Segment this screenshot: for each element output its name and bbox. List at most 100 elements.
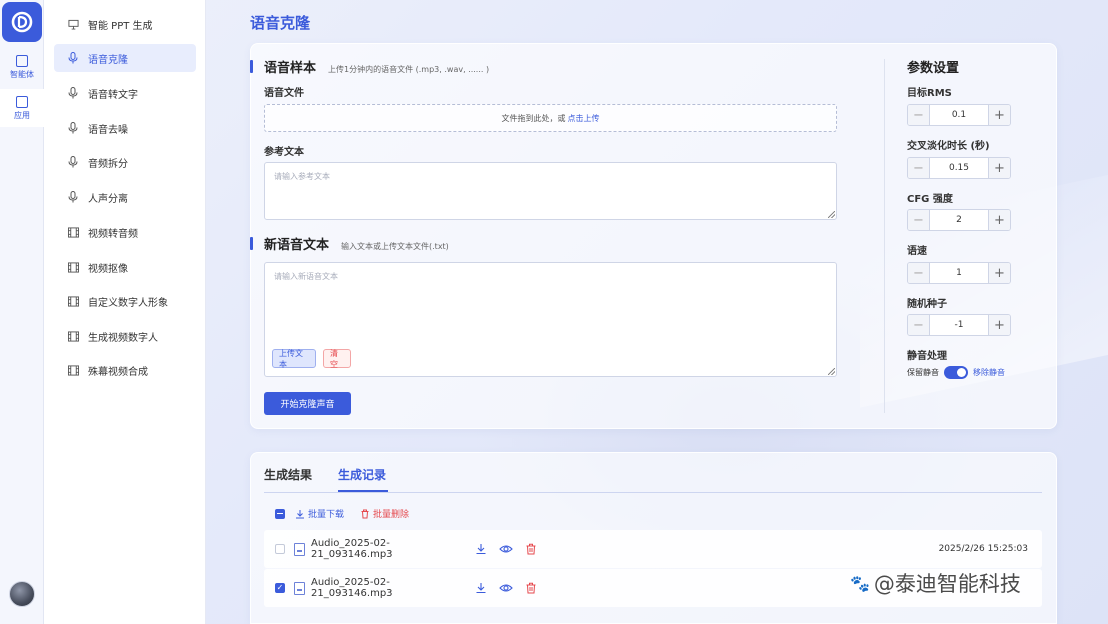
sidebar-item-digital-human[interactable]: 生成视频数字人 (54, 322, 196, 350)
silence-toggle[interactable] (944, 366, 968, 379)
new-text-placeholder: 请输入新语音文本 (274, 272, 338, 281)
sidebar-item-denoise[interactable]: 语音去噪 (54, 114, 196, 142)
sidebar-item-label: 智能 PPT 生成 (88, 20, 153, 32)
increment-button[interactable]: + (988, 210, 1010, 230)
sidebar-item-speech-to-text[interactable]: 语音转文字 (54, 79, 196, 107)
audio-file-icon (294, 542, 305, 556)
sidebar-item-label: 人声分离 (88, 193, 128, 205)
increment-button[interactable]: + (988, 158, 1010, 178)
sidebar-item-label: 殊幕视频合成 (88, 366, 148, 378)
paw-icon: 🐾 (850, 573, 870, 593)
new-text-section-hint: 输入文本或上传文本文件(.txt) (341, 242, 449, 251)
sample-section-title: 语音样本 (264, 61, 317, 76)
download-icon (296, 509, 304, 518)
click-upload-link[interactable]: 点击上传 (568, 113, 600, 124)
sidebar-item-video-matting[interactable]: 视频抠像 (54, 253, 196, 281)
sidebar-item-video-to-audio[interactable]: 视频转音频 (54, 218, 196, 246)
microphone-icon (66, 52, 80, 64)
silence-toggle-row: 保留静音 移除静音 (907, 366, 1005, 379)
film-icon (66, 364, 80, 376)
trash-icon[interactable] (524, 542, 538, 556)
upload-text-button[interactable]: 上传文本 (272, 349, 316, 369)
rail-item-apps[interactable]: 应用 (0, 89, 44, 127)
bulk-download-label: 批量下载 (308, 510, 345, 520)
microphone-icon (66, 87, 80, 99)
trash-icon[interactable] (524, 581, 538, 595)
new-text-section-title: 新语音文本 (264, 238, 330, 253)
active-tab-indicator (338, 490, 388, 492)
film-icon (66, 261, 80, 273)
row-checkbox[interactable] (275, 544, 285, 554)
increment-button[interactable]: + (988, 105, 1010, 125)
keep-silence-label: 保留静音 (907, 368, 939, 377)
rail-item-label: 智能体 (10, 69, 34, 79)
start-clone-button[interactable]: 开始克隆声音 (264, 392, 351, 415)
section-marker (250, 60, 253, 73)
crossfade-value[interactable]: 0.15 (930, 158, 988, 178)
increment-button[interactable]: + (988, 315, 1010, 335)
app-logo-icon[interactable] (2, 2, 42, 42)
decrement-button[interactable]: − (908, 158, 930, 178)
cfg-value[interactable]: 2 (930, 210, 988, 230)
tab-history[interactable]: 生成记录 (338, 466, 386, 483)
download-icon[interactable] (474, 542, 488, 556)
table-row: Audio_2025-02-21_093146.mp3 2025/2/26 15… (264, 530, 1042, 568)
sidebar-item-vocal-separation[interactable]: 人声分离 (54, 183, 196, 211)
speed-value[interactable]: 1 (930, 263, 988, 283)
sidebar-item-custom-avatar[interactable]: 自定义数字人形象 (54, 287, 196, 315)
bulk-delete-button[interactable]: 批量删除 (360, 507, 409, 520)
cfg-stepper: − 2 + (907, 209, 1011, 231)
sidebar-item-label: 自定义数字人形象 (88, 297, 168, 309)
sidebar-item-voice-clone[interactable]: 语音克隆 (54, 44, 196, 72)
sidebar-item-label: 视频转音频 (88, 228, 138, 240)
new-text-section-header: 新语音文本 输入文本或上传文本文件(.txt) (264, 234, 449, 253)
decrement-button[interactable]: − (908, 105, 930, 125)
file-name: Audio_2025-02-21_093146.mp3 (311, 538, 393, 560)
dropzone-text: 文件拖到此处，或 (501, 113, 566, 123)
resize-handle-icon[interactable] (828, 211, 835, 218)
eye-icon[interactable] (499, 581, 513, 595)
speed-stepper: − 1 + (907, 262, 1011, 284)
increment-button[interactable]: + (988, 263, 1010, 283)
resize-handle-icon[interactable] (828, 368, 835, 375)
audio-file-icon (294, 581, 305, 595)
bulk-download-button[interactable]: 批量下载 (295, 507, 344, 520)
reference-text-placeholder: 请输入参考文本 (274, 172, 330, 181)
reference-text-label: 参考文本 (264, 147, 304, 158)
audio-file-label: 语音文件 (264, 88, 304, 99)
app-rail: 智能体 应用 (0, 0, 44, 624)
page-title: 语音克隆 (250, 14, 311, 32)
rms-value[interactable]: 0.1 (930, 105, 988, 125)
param-label-rms: 目标RMS (907, 88, 952, 99)
rail-item-agent[interactable]: 智能体 (0, 48, 44, 86)
select-all-checkbox[interactable] (275, 508, 285, 519)
presentation-icon (66, 19, 80, 30)
sidebar-item-label: 生成视频数字人 (88, 332, 158, 344)
film-icon (66, 295, 80, 307)
tab-results[interactable]: 生成结果 (264, 466, 312, 483)
sidebar-item-video-compose[interactable]: 殊幕视频合成 (54, 356, 196, 384)
decrement-button[interactable]: − (908, 263, 930, 283)
sidebar-item-ppt[interactable]: 智能 PPT 生成 (54, 10, 196, 38)
bulk-delete-label: 批量删除 (373, 510, 410, 520)
avatar[interactable] (9, 581, 35, 607)
download-icon[interactable] (474, 581, 488, 595)
app-icon (16, 95, 28, 108)
param-label-crossfade: 交叉淡化时长 (秒) (907, 141, 990, 152)
seed-stepper: − -1 + (907, 314, 1011, 336)
param-label-speed: 语速 (907, 246, 927, 257)
eye-icon[interactable] (499, 542, 513, 556)
seed-value[interactable]: -1 (930, 315, 988, 335)
watermark-text: @泰迪智能科技 (873, 572, 1021, 596)
decrement-button[interactable]: − (908, 315, 930, 335)
decrement-button[interactable]: − (908, 210, 930, 230)
sidebar-item-audio-split[interactable]: 音频拆分 (54, 148, 196, 176)
audio-upload-dropzone[interactable]: 文件拖到此处，或 点击上传 (264, 104, 837, 132)
row-checkbox[interactable]: ✓ (275, 583, 285, 593)
reference-text-input[interactable]: 请输入参考文本 (264, 162, 837, 220)
params-title: 参数设置 (907, 61, 960, 76)
sidebar-item-label: 语音转文字 (88, 89, 138, 101)
trash-icon (361, 509, 369, 518)
microphone-icon (66, 122, 80, 134)
clear-text-button[interactable]: 清空 (323, 349, 351, 369)
